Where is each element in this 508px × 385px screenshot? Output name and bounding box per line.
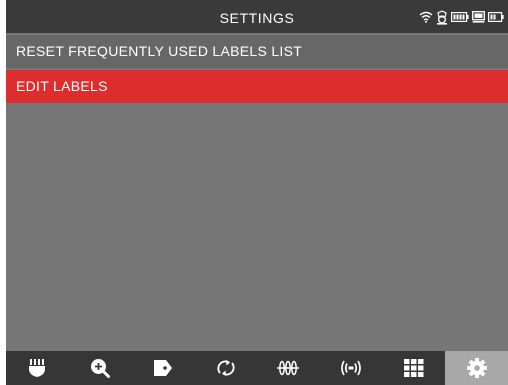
- device-screen: SETTINGS RESET FREQUENTLY USED LABELS LI…: [6, 0, 508, 385]
- bottom-toolbar: [6, 351, 508, 385]
- tab-zoom[interactable]: [69, 351, 132, 385]
- grid-icon: [403, 359, 424, 377]
- zoom-in-icon: [90, 358, 111, 378]
- battery-icon: [451, 12, 469, 22]
- tab-refresh[interactable]: [194, 351, 257, 385]
- title-bar: SETTINGS: [6, 0, 508, 33]
- tab-settings[interactable]: [445, 351, 508, 385]
- label-tag-icon: [153, 359, 173, 377]
- tab-grid[interactable]: [383, 351, 446, 385]
- gps-icon: [436, 9, 448, 25]
- tab-locate[interactable]: [6, 351, 69, 385]
- screen-icon: [472, 11, 485, 23]
- tab-broadcast[interactable]: [320, 351, 383, 385]
- settings-gear-icon: [466, 357, 488, 379]
- refresh-icon: [217, 358, 235, 378]
- device-battery-icon: [488, 12, 504, 22]
- broadcast-icon: [340, 359, 362, 377]
- status-icons: [419, 8, 504, 26]
- frequency-waves-icon: [276, 360, 300, 376]
- menu-item-reset-labels[interactable]: RESET FREQUENTLY USED LABELS LIST: [6, 35, 508, 68]
- wifi-icon: [419, 11, 433, 23]
- utility-locator-icon: [28, 358, 46, 378]
- menu-item-edit-labels[interactable]: EDIT LABELS: [6, 70, 508, 103]
- tab-labels[interactable]: [132, 351, 195, 385]
- tab-frequency[interactable]: [257, 351, 320, 385]
